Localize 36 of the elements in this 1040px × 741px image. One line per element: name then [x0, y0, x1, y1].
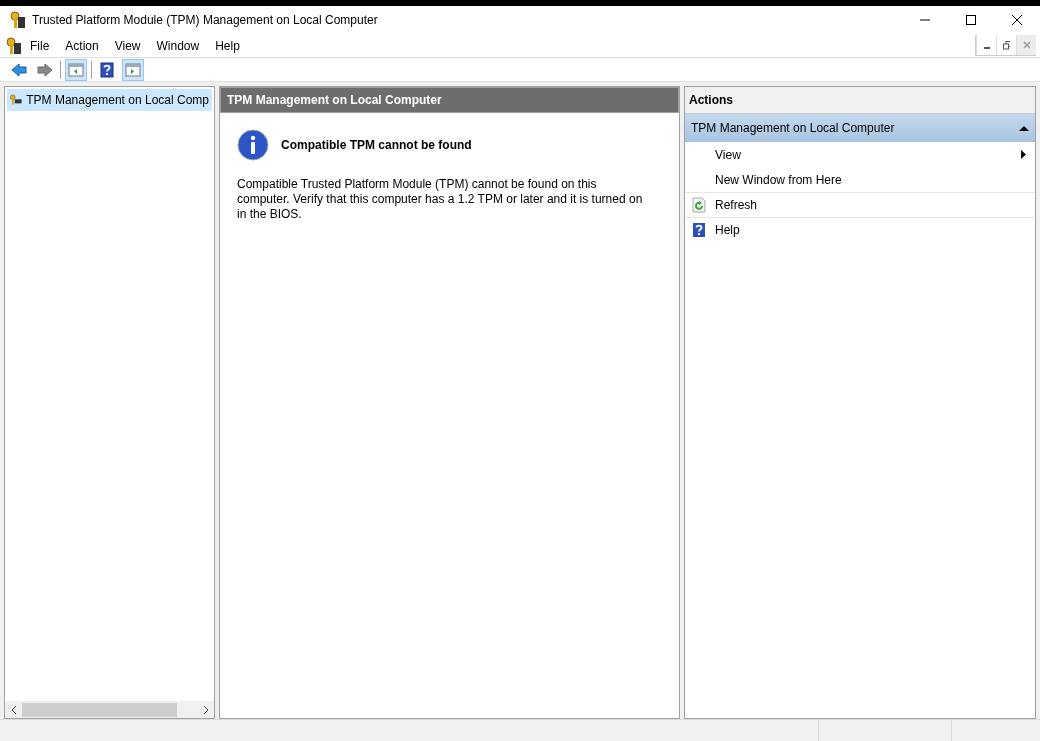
close-icon [1023, 41, 1030, 49]
task-pane-entry[interactable]: Refresh [685, 192, 1035, 217]
info-icon [237, 129, 269, 161]
chevron-right-icon [202, 705, 209, 714]
arrow-left-icon [11, 61, 27, 78]
message-text: Compatible Trusted Platform Module (TPM) cannot be found on this computer. Verify that this computer has a 1.2 TPM or later and it is turned on in the BIOS. [237, 177, 644, 222]
close-icon [1012, 15, 1022, 25]
submenu-arrow-icon [1021, 150, 1026, 159]
key-chip-icon [10, 92, 23, 108]
menu-item[interactable]: Action [57, 34, 107, 57]
pane-toggle-icon [68, 61, 84, 78]
help-icon [691, 222, 707, 238]
menu-item[interactable]: Window [148, 34, 208, 57]
refresh-icon [691, 197, 707, 213]
arrow-right-icon [37, 61, 53, 78]
task-pane-entry[interactable]: Help [685, 217, 1035, 242]
task-pane-entry[interactable]: View [685, 142, 1035, 167]
restore-icon [1003, 40, 1010, 50]
key-chip-icon [10, 11, 26, 29]
message-title: Compatible TPM cannot be found [281, 137, 472, 154]
task-pane-entry[interactable]: New Window from Here [685, 167, 1035, 192]
menu-item[interactable]: Help [207, 34, 248, 57]
collapse-icon [1019, 125, 1029, 131]
help-icon [99, 61, 115, 78]
key-chip-icon[interactable] [6, 36, 22, 55]
window-title: Trusted Platform Module (TPM) Management on Local Computer [32, 12, 378, 29]
tree-item[interactable]: TPM Management on Local Comp [7, 89, 212, 111]
pane-toggle-icon [125, 61, 141, 78]
chevron-left-icon [10, 705, 17, 714]
pane-header: Actions [685, 87, 1035, 114]
action-group-header[interactable]: TPM Management on Local Computer [685, 114, 1035, 142]
menu-item[interactable]: File [22, 34, 58, 57]
menu-item[interactable]: View [106, 34, 149, 57]
maximize-icon [966, 15, 976, 25]
scrollbar-thumb[interactable] [22, 702, 177, 717]
pane-header: TPM Management on Local Computer [220, 87, 679, 113]
